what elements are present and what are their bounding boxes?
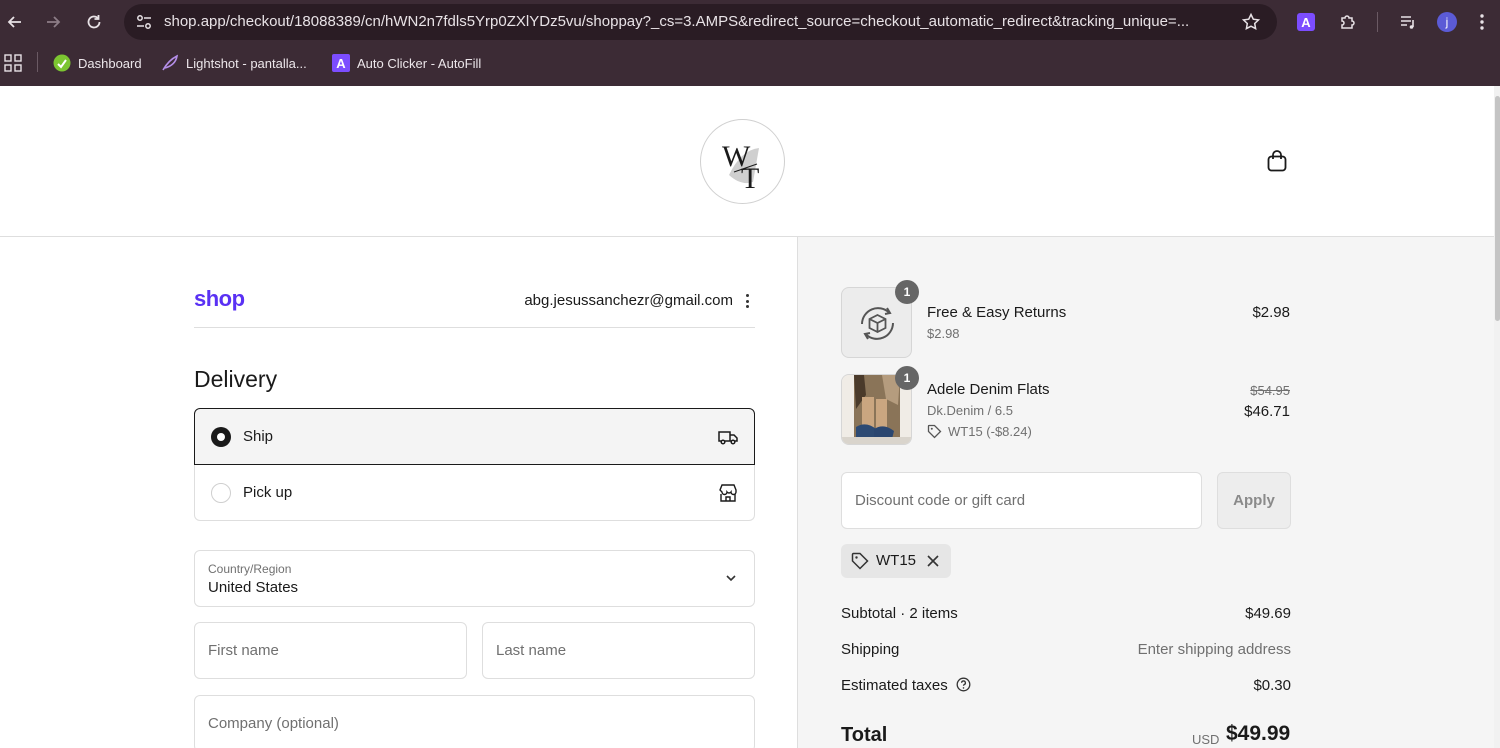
item-price-returns: $2.98	[1252, 304, 1290, 321]
item-qty-badge: 1	[895, 366, 919, 390]
shipping-value: Enter shipping address	[1137, 641, 1291, 658]
company-placeholder: Company (optional)	[208, 715, 339, 732]
bookmarks-bar: Dashboard Lightshot - pantalla... A Auto…	[0, 46, 1500, 80]
dashboard-icon	[53, 54, 71, 72]
menu-dot	[745, 294, 749, 297]
shipping-row: Shipping Enter shipping address	[841, 641, 1291, 658]
discount-placeholder: Discount code or gift card	[855, 492, 1026, 509]
item-discount-flats: WT15 (-$8.24)	[927, 424, 1032, 439]
shop-pay-logo: shop	[194, 286, 245, 311]
menu-dot	[745, 305, 749, 308]
first-name-input[interactable]: First name	[194, 622, 467, 679]
feather-icon	[161, 54, 179, 72]
store-header: W T	[0, 86, 1500, 237]
forward-button[interactable]	[40, 9, 66, 35]
total-value: $49.99	[1226, 722, 1291, 745]
store-logo[interactable]: W T	[700, 119, 785, 204]
site-settings-icon[interactable]	[134, 12, 154, 32]
company-input[interactable]: Company (optional)	[194, 695, 755, 748]
reload-icon	[87, 15, 101, 29]
country-value: United States	[208, 579, 299, 596]
scrollbar-thumb[interactable]	[1495, 96, 1500, 321]
apps-grid-icon	[4, 54, 22, 72]
toolbar-divider	[1377, 12, 1378, 32]
profile-avatar[interactable]: j	[1437, 12, 1457, 32]
arrow-left-icon	[7, 16, 21, 28]
help-circle-icon[interactable]	[956, 677, 971, 692]
pickup-label: Pick up	[243, 484, 293, 501]
applied-code: WT15	[876, 552, 917, 569]
bookmarks-divider	[37, 52, 38, 72]
delivery-option-pickup[interactable]: Pick up	[194, 465, 755, 521]
media-control-button[interactable]	[1396, 10, 1420, 34]
svg-text:T: T	[741, 162, 759, 195]
ship-radio[interactable]	[211, 426, 231, 447]
last-name-placeholder: Last name	[496, 642, 567, 659]
playlist-icon	[1401, 16, 1414, 29]
total-label: Total	[841, 724, 888, 746]
discount-code-input[interactable]: Discount code or gift card	[841, 472, 1202, 529]
item-sub-returns: $2.98	[927, 326, 960, 341]
browser-chrome: shop.app/checkout/18088389/cn/hWN2n7fdls…	[0, 0, 1500, 86]
auto-clicker-icon: A	[332, 54, 350, 72]
back-button[interactable]	[2, 9, 28, 35]
cart-button[interactable]	[1265, 149, 1289, 173]
item-variant-flats: Dk.Denim / 6.5	[927, 403, 1013, 418]
reload-button[interactable]	[81, 9, 107, 35]
truck-icon	[718, 430, 738, 445]
country-label: Country/Region	[208, 562, 292, 576]
delivery-option-ship[interactable]: Ship	[194, 408, 755, 465]
item-qty-badge: 1	[895, 280, 919, 304]
bookmark-auto-clicker[interactable]: A Auto Clicker - AutoFill	[332, 54, 481, 72]
bookmark-dashboard[interactable]: Dashboard	[53, 54, 142, 72]
item-price-flats: $46.71	[1244, 403, 1290, 420]
account-email: abg.jesussanchezr@gmail.com	[524, 292, 733, 309]
last-name-input[interactable]: Last name	[482, 622, 755, 679]
auto-clicker-extension-icon[interactable]: A	[1297, 13, 1315, 31]
ship-label: Ship	[243, 428, 274, 445]
url-text[interactable]: shop.app/checkout/18088389/cn/hWN2n7fdls…	[164, 13, 1224, 31]
kebab-menu-icon	[1480, 14, 1484, 30]
pickup-radio[interactable]	[211, 482, 231, 503]
taxes-label: Estimated taxes	[841, 677, 948, 694]
applied-discount-chip: WT15	[841, 544, 951, 578]
shopping-bag-icon	[1267, 150, 1287, 172]
remove-discount-icon[interactable]	[925, 553, 941, 569]
total-currency: USD	[1192, 732, 1220, 747]
chevron-down-icon	[726, 575, 736, 582]
item-name-flats: Adele Denim Flats	[927, 381, 1050, 398]
account-menu-button[interactable]	[741, 292, 753, 310]
item-name-returns: Free & Easy Returns	[927, 304, 1067, 321]
subtotal-label: Subtotal · 2 items	[841, 605, 958, 622]
subtotal-row: Subtotal · 2 items $49.69	[841, 605, 1291, 622]
taxes-row: Estimated taxes $0.30	[841, 677, 1291, 694]
puzzle-icon	[1341, 15, 1355, 29]
bookmark-star-icon[interactable]	[1241, 12, 1261, 32]
wt-logo-mark: W T	[722, 140, 759, 195]
subtotal-value: $49.69	[1245, 605, 1291, 622]
tag-icon	[927, 424, 942, 439]
extensions-button[interactable]	[1336, 10, 1360, 34]
arrow-right-icon	[47, 16, 61, 28]
tag-icon	[851, 552, 869, 570]
apps-button[interactable]	[4, 54, 22, 72]
shipping-label: Shipping	[841, 641, 900, 658]
browser-menu-button[interactable]	[1474, 10, 1490, 34]
address-bar[interactable]: shop.app/checkout/18088389/cn/hWN2n7fdls…	[124, 4, 1277, 40]
menu-dot	[745, 299, 749, 303]
taxes-value: $0.30	[1253, 677, 1291, 694]
first-name-placeholder: First name	[208, 642, 279, 659]
delivery-heading: Delivery	[194, 366, 278, 392]
store-icon	[719, 483, 737, 502]
item-original-price-flats: $54.95	[1250, 383, 1290, 398]
apply-discount-button[interactable]: Apply	[1217, 472, 1291, 529]
country-select[interactable]: Country/Region United States	[194, 550, 755, 607]
divider	[194, 327, 755, 328]
browser-toolbar: shop.app/checkout/18088389/cn/hWN2n7fdls…	[0, 0, 1500, 44]
bookmark-lightshot[interactable]: Lightshot - pantalla...	[161, 54, 307, 72]
